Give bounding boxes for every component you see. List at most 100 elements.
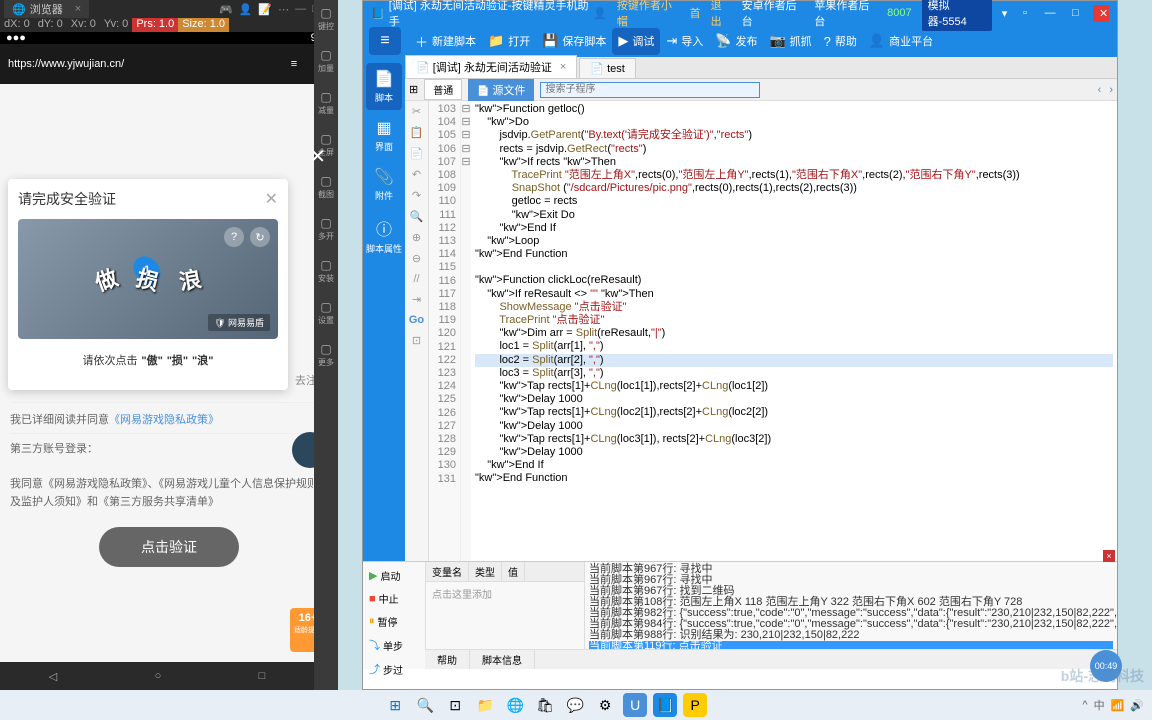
app-icon[interactable]: U xyxy=(623,693,647,717)
ellipsis-icon[interactable]: ⋯ xyxy=(278,3,289,16)
debug-暂停-button[interactable]: ⏸暂停 xyxy=(367,612,421,631)
captcha-image[interactable]: ? ↻ 1 做 损 浪 🛡 网易易盾 xyxy=(18,219,278,339)
nav-back-icon[interactable]: ◁ xyxy=(49,670,57,683)
app-icon[interactable]: P xyxy=(683,693,707,717)
app-icon[interactable]: 💬 xyxy=(563,693,587,717)
taskview-icon[interactable]: ⊡ xyxy=(443,693,467,717)
editor-tab[interactable]: 📄 test xyxy=(579,58,635,78)
search-icon[interactable]: 🔍 xyxy=(413,693,437,717)
go-icon[interactable]: Go xyxy=(409,314,424,326)
source-button[interactable]: 📄 源文件 xyxy=(468,79,534,101)
sidebar-item[interactable]: ▢设置 xyxy=(314,298,338,328)
nav-next-icon[interactable]: › xyxy=(1109,84,1113,96)
sidebar-item[interactable]: ▢安装 xyxy=(314,256,338,286)
search-subroutine-input[interactable] xyxy=(540,82,760,98)
page-close-icon[interactable]: ✕ xyxy=(309,144,326,169)
leftbar-脚本属性[interactable]: ⓘ脚本属性 xyxy=(366,210,402,261)
leftbar-附件[interactable]: 📎附件 xyxy=(366,161,402,208)
verify-button[interactable]: 点击验证 xyxy=(99,527,239,567)
note-icon[interactable]: 📝 xyxy=(258,3,272,16)
vartable-hint[interactable]: 点击这里添加 xyxy=(426,582,584,605)
edge-icon[interactable]: 🌐 xyxy=(503,693,527,717)
tool-icon[interactable]: 🔍 xyxy=(410,210,424,223)
dropdown-icon[interactable]: ▾ xyxy=(1002,7,1008,20)
debug-启动-button[interactable]: ▶启动 xyxy=(367,566,421,585)
tray-wifi-icon[interactable]: 📶 xyxy=(1111,699,1125,712)
hamburger-icon[interactable]: ≡ xyxy=(369,27,401,55)
nav-prev-icon[interactable]: ‹ xyxy=(1098,84,1102,96)
sidebar-item[interactable]: ▢加量 xyxy=(314,46,338,76)
tool-icon[interactable]: ✂ xyxy=(412,105,421,118)
ide-minimize-icon[interactable]: — xyxy=(1043,7,1058,19)
view-icon[interactable]: ⊞ xyxy=(409,83,418,96)
tool-icon[interactable]: ⊖ xyxy=(412,252,421,265)
tool-icon[interactable]: ⊕ xyxy=(412,231,421,244)
debug-步过-button[interactable]: ⤴步过 xyxy=(367,659,421,679)
tray-volume-icon[interactable]: 🔊 xyxy=(1130,699,1144,712)
logout-link[interactable]: 退出 xyxy=(711,0,732,29)
toolbar-抓抓-button[interactable]: 📷抓抓 xyxy=(763,28,817,55)
toolbar-商业平台-button[interactable]: 👤商业平台 xyxy=(863,28,939,55)
sidebar-item[interactable]: ▢截图 xyxy=(314,172,338,202)
lines-icon[interactable]: ≡ xyxy=(282,58,306,70)
tab-close-icon[interactable]: × xyxy=(75,3,81,15)
leftbar-界面[interactable]: ▦界面 xyxy=(366,112,402,159)
author-link[interactable]: 按键作者小帽 xyxy=(617,0,680,29)
emulator-badge[interactable]: 模拟器-5554 xyxy=(922,0,992,31)
tray-chevron-icon[interactable]: ^ xyxy=(1082,699,1087,711)
tool-icon[interactable]: ↷ xyxy=(412,189,421,202)
user-icon[interactable]: 👤 xyxy=(239,3,253,16)
browser-tab[interactable]: 🌐 浏览器 × xyxy=(4,0,89,18)
captcha-close-icon[interactable]: ✕ xyxy=(265,189,278,209)
tool-icon[interactable]: ⊡ xyxy=(412,334,421,347)
gamepad-icon[interactable]: 🎮 xyxy=(219,3,233,16)
tray-ime-icon[interactable]: 中 xyxy=(1094,697,1105,713)
tool-icon[interactable]: 📄 xyxy=(410,147,424,160)
sidebar-item[interactable]: ▢键控 xyxy=(314,4,338,34)
policy-link[interactable]: 《网易游戏隐私政策》 xyxy=(109,414,219,426)
toolbar-导入-button[interactable]: ⇥导入 xyxy=(660,28,709,55)
help-icon[interactable]: ? xyxy=(224,227,244,247)
tool-icon[interactable]: 📋 xyxy=(410,126,424,139)
tab-close-icon[interactable]: × xyxy=(560,61,566,73)
code-area[interactable]: "kw">Function getloc() "kw">Do jsdvip.Ge… xyxy=(471,101,1117,561)
store-icon[interactable]: 🛍 xyxy=(533,693,557,717)
toolbar-保存脚本-button[interactable]: 💾保存脚本 xyxy=(536,28,612,55)
panel-close-icon[interactable]: × xyxy=(1103,550,1115,562)
minimize-icon[interactable]: — xyxy=(295,3,306,16)
debug-中止-button[interactable]: ■中止 xyxy=(367,589,421,608)
explorer-icon[interactable]: 📁 xyxy=(473,693,497,717)
toolbar-打开-button[interactable]: 📁打开 xyxy=(482,28,536,55)
sidebar-item[interactable]: ▢多开 xyxy=(314,214,338,244)
bottom-tab[interactable]: 帮助 xyxy=(425,650,470,669)
ide-maximize-icon[interactable]: □ xyxy=(1068,7,1083,19)
debug-单步-button[interactable]: ⤵单步 xyxy=(367,635,421,655)
leftbar-脚本[interactable]: 📄脚本 xyxy=(366,63,402,110)
tool-icon[interactable]: ⇥ xyxy=(412,293,421,306)
app-icon[interactable]: ⚙ xyxy=(593,693,617,717)
nav-recent-icon[interactable]: □ xyxy=(259,670,266,682)
editor-subtoolbar: ⊞ 普通 📄 源文件 ‹ › xyxy=(405,79,1117,101)
app-icon[interactable]: 📘 xyxy=(653,693,677,717)
url-bar[interactable]: https://www.yjwujian.cn/ ≡ ⋮ xyxy=(0,44,338,84)
toolbar-调试-button[interactable]: ▶调试 xyxy=(612,28,660,55)
toolbar-新建脚本-button[interactable]: ＋新建脚本 xyxy=(409,28,482,55)
editor-tab[interactable]: 📄 [调试] 永劫无间活动验证× xyxy=(405,55,577,78)
tool-icon[interactable]: // xyxy=(413,273,419,285)
apple-backend-link[interactable]: 苹果作者后台 xyxy=(814,0,877,29)
refresh-icon[interactable]: ↻ xyxy=(250,227,270,247)
toolbar-发布-button[interactable]: 📡发布 xyxy=(709,28,763,55)
ide-close-icon[interactable]: ✕ xyxy=(1093,5,1109,22)
start-icon[interactable]: ⊞ xyxy=(383,693,407,717)
ide-sep-icon[interactable]: ▫ xyxy=(1017,7,1032,19)
tool-icon[interactable]: ↶ xyxy=(412,168,421,181)
mode-button[interactable]: 普通 xyxy=(424,79,462,100)
sidebar-item[interactable]: ▢减量 xyxy=(314,88,338,118)
home-link[interactable]: 首 xyxy=(690,5,701,21)
sidebar-item[interactable]: ▢更多 xyxy=(314,340,338,370)
android-backend-link[interactable]: 安卓作者后台 xyxy=(742,0,805,29)
toolbar-帮助-button[interactable]: ?帮助 xyxy=(818,28,863,55)
nav-home-icon[interactable]: ○ xyxy=(155,670,162,682)
bottom-tab[interactable]: 脚本信息 xyxy=(470,650,535,669)
code-editor[interactable]: ✂📋 📄↶ ↷🔍 ⊕⊖ //⇥ Go ⊡ 1031041051061071081… xyxy=(405,101,1117,561)
